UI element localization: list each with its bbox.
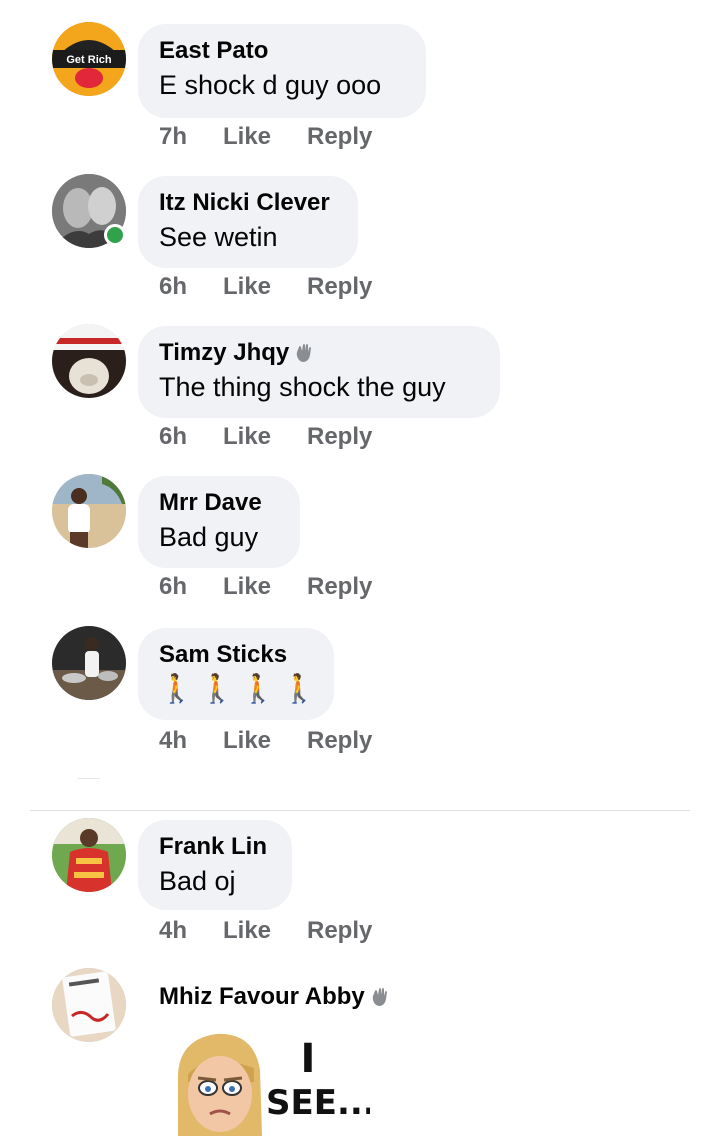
sticker[interactable]: I SEE... [170, 1022, 370, 1136]
thread-connector [78, 778, 100, 779]
author-name[interactable]: Itz Nicki Clever [159, 188, 330, 218]
comment-bubble: East Pato E shock d guy ooo [138, 24, 426, 118]
like-button[interactable]: Like [223, 572, 307, 602]
comment-actions: 6h Like Reply [159, 572, 372, 602]
comment-text: Bad oj [159, 866, 236, 896]
timestamp[interactable]: 4h [159, 916, 223, 946]
avatar-image [52, 818, 126, 892]
comment-actions: 4h Like Reply [159, 916, 372, 946]
comment-text: See wetin [159, 222, 278, 252]
timestamp[interactable]: 4h [159, 726, 223, 756]
comment-actions: 4h Like Reply [159, 726, 372, 756]
reply-button[interactable]: Reply [307, 726, 372, 756]
avatar[interactable] [52, 474, 126, 548]
reply-button[interactable]: Reply [307, 422, 372, 452]
comment-text: 🚶🚶🚶🚶 [159, 673, 323, 704]
sticker-text: SEE... [266, 1083, 370, 1123]
avatar-image: Get Rich [52, 22, 126, 96]
comment-bubble: Timzy Jhqy The thing shock the guy [138, 326, 500, 418]
like-button[interactable]: Like [223, 422, 307, 452]
avatar[interactable] [52, 324, 126, 398]
avatar-label: Get Rich [66, 54, 112, 66]
sticker-image: I SEE... [177, 1033, 370, 1136]
timestamp[interactable]: 6h [159, 572, 223, 602]
author-name[interactable]: Frank Lin [159, 832, 267, 862]
like-button[interactable]: Like [223, 122, 307, 152]
avatar-image [52, 324, 126, 398]
like-button[interactable]: Like [223, 272, 307, 302]
author-name[interactable]: Mrr Dave [159, 488, 272, 518]
avatar[interactable]: Get Rich [52, 22, 126, 96]
comment-actions: 7h Like Reply [159, 122, 372, 152]
comment-bubble: Sam Sticks 🚶🚶🚶🚶 [138, 628, 334, 720]
timestamp[interactable]: 6h [159, 422, 223, 452]
sticker-text: I [301, 1036, 316, 1082]
divider [30, 810, 690, 811]
avatar[interactable] [52, 818, 126, 892]
comment-actions: 6h Like Reply [159, 272, 372, 302]
online-status-indicator [104, 224, 126, 246]
timestamp[interactable]: 7h [159, 122, 223, 152]
comment-bubble: Itz Nicki Clever See wetin [138, 176, 358, 268]
avatar-image [52, 474, 126, 548]
timestamp[interactable]: 6h [159, 272, 223, 302]
waving-hand-icon [372, 988, 387, 1006]
comment-text: E shock d guy ooo [159, 70, 382, 100]
author-name[interactable]: East Pato [159, 36, 398, 66]
like-button[interactable]: Like [223, 726, 307, 756]
comment-actions: 6h Like Reply [159, 422, 372, 452]
waving-hand-icon [297, 344, 312, 362]
avatar[interactable] [52, 968, 126, 1042]
like-button[interactable]: Like [223, 916, 307, 946]
author-name[interactable]: Timzy Jhqy [159, 338, 289, 368]
reply-button[interactable]: Reply [307, 122, 372, 152]
avatar-image [52, 968, 126, 1042]
reply-button[interactable]: Reply [307, 916, 372, 946]
author-name[interactable]: Sam Sticks [159, 640, 306, 670]
comment-text: Bad guy [159, 522, 259, 552]
comment-bubble: Frank Lin Bad oj [138, 820, 292, 910]
avatar-image [52, 626, 126, 700]
comment-text: The thing shock the guy [159, 372, 446, 402]
reply-button[interactable]: Reply [307, 572, 372, 602]
author-name[interactable]: Mhiz Favour Abby [159, 982, 365, 1012]
comment-bubble: Mrr Dave Bad guy [138, 476, 300, 568]
avatar[interactable] [52, 626, 126, 700]
reply-button[interactable]: Reply [307, 272, 372, 302]
